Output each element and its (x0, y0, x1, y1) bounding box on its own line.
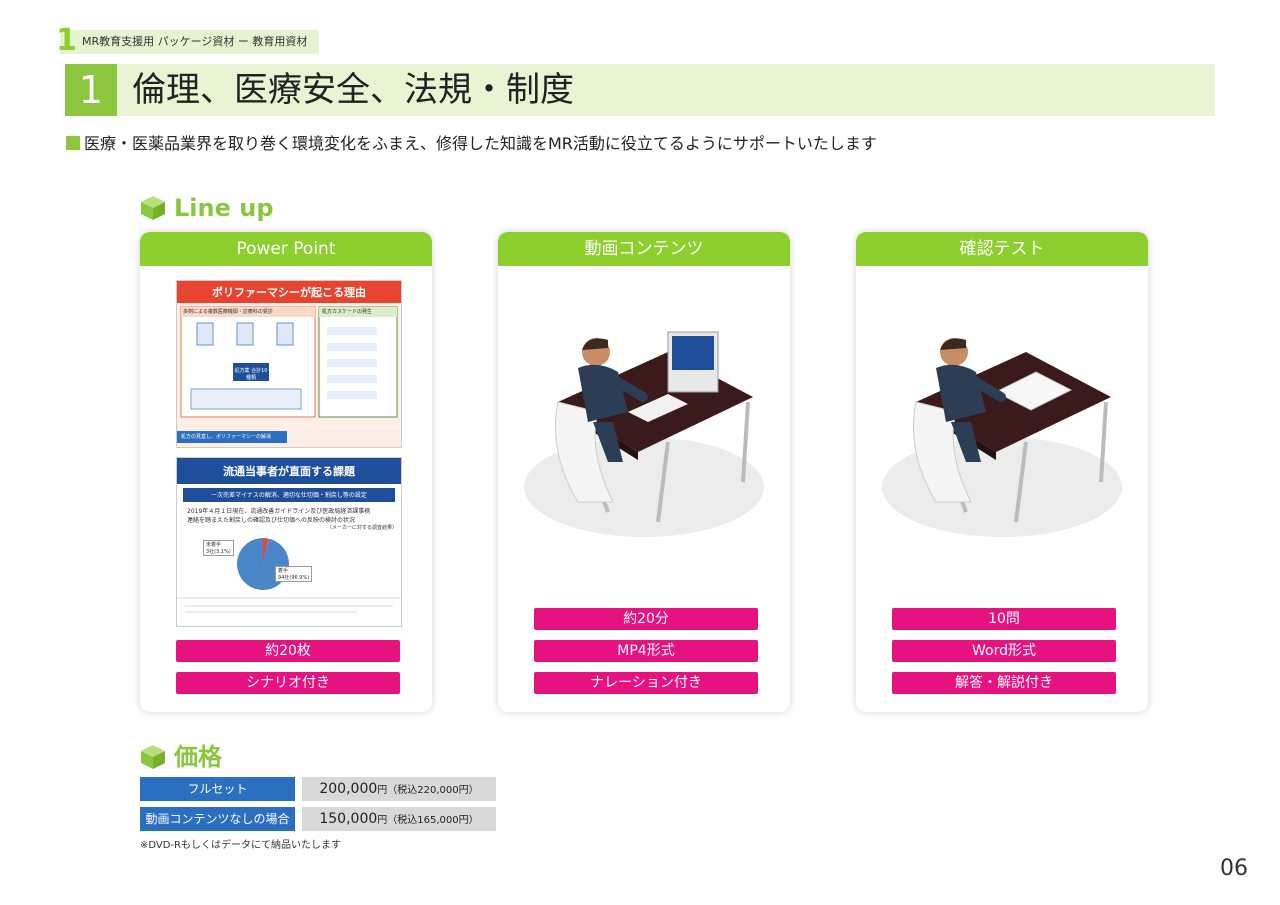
feature-pill: ナレーション付き (534, 672, 758, 694)
cube-icon (141, 745, 165, 769)
price-heading: 価格 (140, 737, 222, 772)
feature-pill: MP4形式 (534, 640, 758, 662)
feature-pill: 解答・解説付き (892, 672, 1116, 694)
price-label-fullset: フルセット (140, 777, 295, 801)
page-number: 06 (1220, 856, 1248, 881)
slide-label: 多剤による複数医療機関・診療科の受診 (183, 309, 273, 315)
breadcrumb-number: 1 (56, 23, 77, 58)
feature-pill: 約20枚 (176, 640, 400, 662)
desk-worker-paper-illustration (882, 338, 1122, 537)
slide-label: 処方薬 合計10種類 (234, 368, 268, 381)
slide-thumbnail-2: 流通当事者が直面する課題 一次売差マイナスの解消、適切な仕切価・割戻し等の設定 … (176, 457, 402, 627)
breadcrumb-text: MR教育支援用 パッケージ資材 ー 教育用資材 (82, 35, 308, 48)
page-title: 倫理、医療安全、法規・制度 (132, 70, 574, 110)
desk-worker-monitor-illustration (524, 331, 764, 537)
feature-pill: シナリオ付き (176, 672, 400, 694)
slide-thumbnail-1: ポリファーマシーが起こる理由 多剤による複数医療機関・診療科の受診 処方カスケー… (176, 280, 402, 448)
breadcrumb: MR教育支援用 パッケージ資材 ー 教育用資材 (60, 30, 320, 54)
pie-label-a: 未着手 3社(3.1%) (203, 540, 234, 556)
slide-label: 処方カスケードの発生 (322, 309, 373, 315)
subtitle-text: 医療・医薬品業界を取り巻く環境変化をふまえ、修得した知識をMR活動に役立てるよう… (84, 134, 877, 153)
lineup-heading: Line up (140, 194, 274, 222)
slide-title: ポリファーマシーが起こる理由 (212, 286, 366, 299)
card-header: 動画コンテンツ (498, 232, 790, 266)
card-header: 確認テスト (856, 232, 1148, 266)
lineup-heading-text: Line up (174, 194, 274, 222)
card-video: 動画コンテンツ 約20分 MP4形式 ナレーション付き (498, 232, 790, 712)
card-header: Power Point (140, 232, 432, 266)
price-heading-text: 価格 (174, 743, 222, 771)
title-number: 1 (65, 64, 117, 116)
cube-icon (141, 196, 165, 220)
slide-label: 処方の見直し、ポリファーマシーの解消 (181, 434, 272, 440)
pie-label-b: 着手 94社(96.9%) (275, 566, 313, 582)
square-icon (66, 136, 80, 150)
subtitle: 医療・医薬品業界を取り巻く環境変化をふまえ、修得した知識をMR活動に役立てるよう… (66, 130, 877, 154)
card-powerpoint: Power Point ポリファーマシーが起こる理由 多剤による複数医療機関・診… (140, 232, 432, 712)
feature-pill: Word形式 (892, 640, 1116, 662)
card-test: 確認テスト 10問 Word形式 解答・解説付き (856, 232, 1148, 712)
feature-pill: 10問 (892, 608, 1116, 630)
delivery-note: ※DVD-Rもしくはデータにて納品いたします (140, 840, 342, 851)
price-label-no-video: 動画コンテンツなしの場合 (140, 807, 295, 831)
price-value-fullset: 200,000円（税込220,000円） (302, 777, 496, 801)
feature-pill: 約20分 (534, 608, 758, 630)
price-value-no-video: 150,000円（税込165,000円） (302, 807, 496, 831)
